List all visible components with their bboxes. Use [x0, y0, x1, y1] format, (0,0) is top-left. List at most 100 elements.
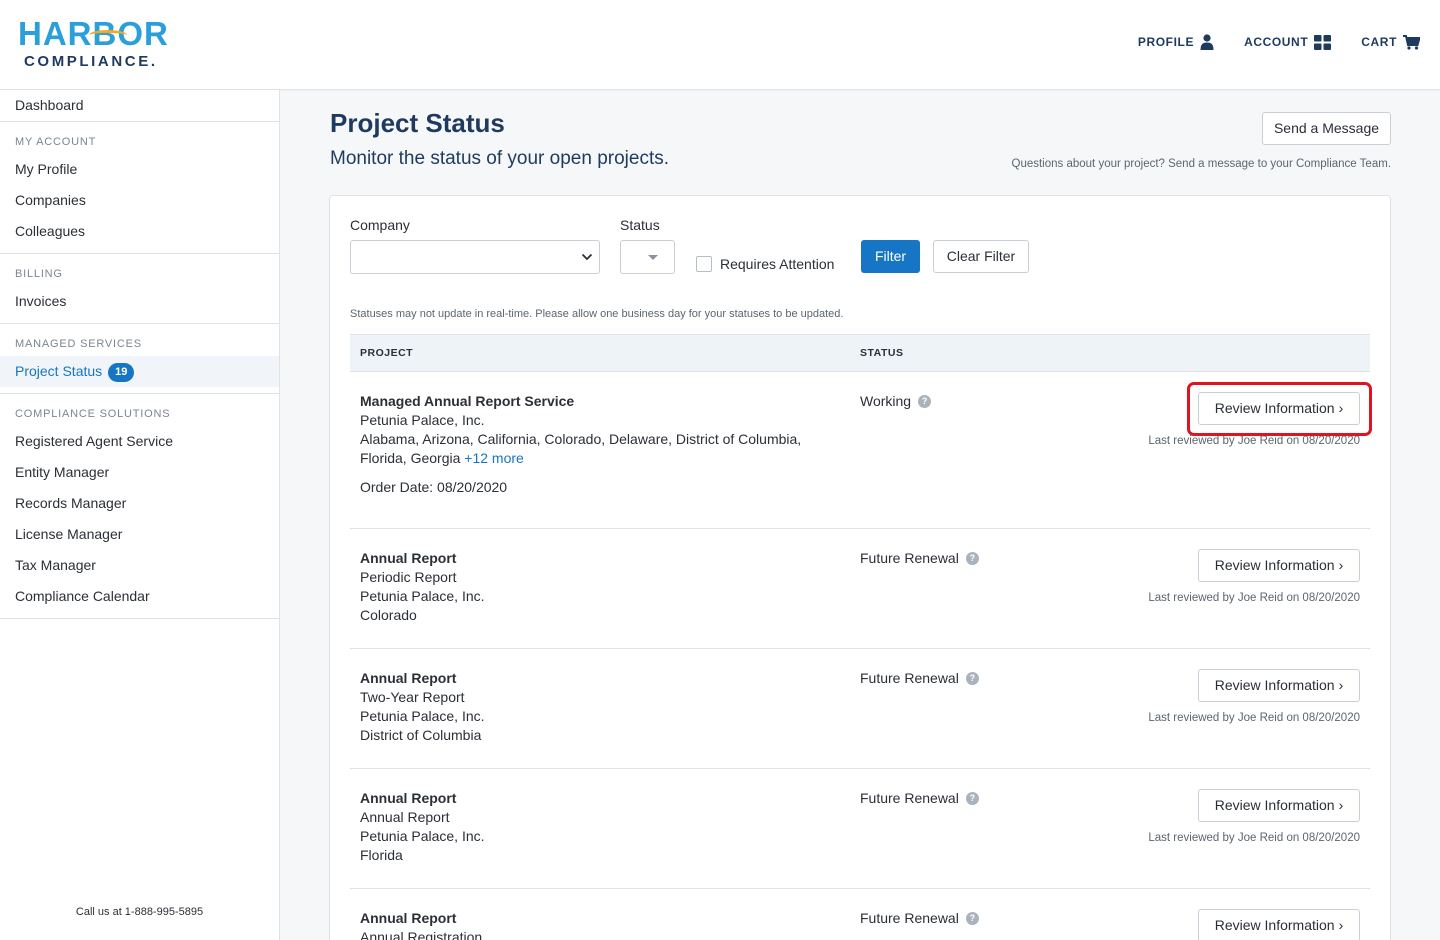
- help-icon[interactable]: ?: [918, 395, 932, 408]
- last-reviewed-text: Last reviewed by Joe Reid on 08/20/2020: [1148, 435, 1360, 447]
- sidebar-item-registered-agent[interactable]: Registered Agent Service: [0, 426, 279, 457]
- review-information-button[interactable]: Review Information ›: [1198, 669, 1360, 702]
- button-label: Review Information: [1214, 557, 1335, 573]
- status-text: Future Renewal: [860, 910, 959, 926]
- sidebar-item-tax-manager[interactable]: Tax Manager: [0, 550, 279, 581]
- grid-icon: [1314, 34, 1332, 50]
- table-row: Annual Report Annual Registration Future…: [350, 889, 1370, 940]
- top-header: HARBOR COMPLIANCE. PROFILE ACCOUNT CART: [0, 0, 1440, 90]
- column-header-status: STATUS: [860, 347, 904, 359]
- help-icon[interactable]: ?: [965, 552, 979, 565]
- help-icon[interactable]: ?: [965, 912, 979, 925]
- project-title: Managed Annual Report Service: [360, 393, 575, 409]
- cart-icon: [1403, 34, 1420, 50]
- sidebar-item-dashboard[interactable]: Dashboard: [0, 90, 279, 121]
- chevron-right-icon: ›: [1338, 917, 1344, 933]
- company-select[interactable]: [350, 240, 600, 274]
- project-line: Annual Report: [360, 809, 450, 825]
- nav-account[interactable]: ACCOUNT: [1244, 34, 1332, 50]
- button-label: Review Information: [1214, 677, 1335, 693]
- sidebar-item-companies[interactable]: Companies: [0, 185, 279, 216]
- logo-subtitle: COMPLIANCE.: [24, 53, 158, 70]
- last-reviewed-text: Last reviewed by Joe Reid on 08/20/2020: [1148, 832, 1360, 844]
- project-status: Future Renewal ?: [860, 669, 979, 688]
- sidebar-section-my-account: MY ACCOUNT My Profile Companies Colleagu…: [0, 121, 279, 253]
- send-message-button[interactable]: Send a Message: [1262, 112, 1391, 145]
- table-row: Annual Report Periodic Report Petunia Pa…: [350, 529, 1370, 649]
- project-info: Annual Report Periodic Report Petunia Pa…: [360, 549, 840, 625]
- company-label: Company: [350, 217, 410, 233]
- top-nav: PROFILE ACCOUNT CART: [1138, 34, 1420, 50]
- project-line: Annual Registration: [360, 929, 483, 940]
- project-status: Future Renewal ?: [860, 789, 979, 808]
- logo-arc-icon: [89, 30, 127, 40]
- help-icon[interactable]: ?: [965, 792, 979, 805]
- table-header: PROJECT STATUS: [350, 334, 1370, 372]
- caret-down-icon: [648, 255, 658, 260]
- project-company: Petunia Palace, Inc.: [360, 412, 485, 428]
- chevron-right-icon: ›: [1338, 557, 1344, 573]
- sidebar-section-billing: BILLING Invoices: [0, 253, 279, 323]
- clear-filter-button[interactable]: Clear Filter: [933, 240, 1029, 273]
- sidebar-item-invoices[interactable]: Invoices: [0, 286, 279, 317]
- button-label: Review Information: [1214, 797, 1335, 813]
- nav-cart-label: CART: [1361, 35, 1397, 49]
- sidebar-item-entity-manager[interactable]: Entity Manager: [0, 457, 279, 488]
- project-status: Future Renewal ?: [860, 909, 979, 928]
- sidebar-section-compliance: COMPLIANCE SOLUTIONS Registered Agent Se…: [0, 393, 279, 618]
- chevron-down-icon: [581, 253, 593, 261]
- table-row: Annual Report Two-Year Report Petunia Pa…: [350, 649, 1370, 769]
- sidebar-heading: MANAGED SERVICES: [15, 338, 142, 350]
- page-subtitle: Monitor the status of your open projects…: [330, 148, 670, 169]
- project-line: District of Columbia: [360, 727, 482, 743]
- sidebar-heading: COMPLIANCE SOLUTIONS: [15, 408, 171, 420]
- project-line: Colorado: [360, 607, 417, 623]
- highlight-box: [1187, 382, 1372, 436]
- project-line: Periodic Report: [360, 569, 457, 585]
- project-title: Annual Report: [360, 550, 457, 566]
- status-update-note: Statuses may not update in real-time. Pl…: [350, 308, 844, 320]
- status-text: Future Renewal: [860, 670, 959, 686]
- nav-cart[interactable]: CART: [1361, 34, 1420, 50]
- sidebar-section-managed-services: MANAGED SERVICES Project Status 19: [0, 323, 279, 393]
- nav-profile[interactable]: PROFILE: [1138, 34, 1214, 50]
- project-status: Future Renewal ?: [860, 549, 979, 568]
- project-title: Annual Report: [360, 790, 457, 806]
- requires-attention-checkbox[interactable]: [696, 256, 712, 272]
- sidebar-heading: BILLING: [15, 268, 63, 280]
- requires-attention-label[interactable]: Requires Attention: [720, 256, 834, 272]
- project-line: Petunia Palace, Inc.: [360, 708, 485, 724]
- help-icon[interactable]: ?: [965, 672, 979, 685]
- review-information-button[interactable]: Review Information ›: [1198, 909, 1360, 940]
- support-phone: Call us at 1-888-995-5895: [75, 906, 204, 918]
- harbor-compliance-logo[interactable]: HARBOR COMPLIANCE.: [18, 16, 178, 72]
- sidebar-item-project-status[interactable]: Project Status 19: [0, 356, 279, 387]
- project-info: Annual Report Two-Year Report Petunia Pa…: [360, 669, 840, 745]
- count-badge: 19: [108, 363, 135, 382]
- filter-button[interactable]: Filter: [861, 240, 920, 273]
- sidebar-item-license-manager[interactable]: License Manager: [0, 519, 279, 550]
- sidebar-item-colleagues[interactable]: Colleagues: [0, 216, 279, 247]
- message-note: Questions about your project? Send a mes…: [1011, 158, 1392, 170]
- sidebar-divider: [0, 618, 279, 619]
- project-info: Managed Annual Report Service Petunia Pa…: [360, 392, 840, 497]
- project-line: Petunia Palace, Inc.: [360, 828, 485, 844]
- last-reviewed-text: Last reviewed by Joe Reid on 08/20/2020: [1148, 712, 1360, 724]
- review-information-button[interactable]: Review Information ›: [1198, 789, 1360, 822]
- project-line: Petunia Palace, Inc.: [360, 588, 485, 604]
- more-states-link[interactable]: +12 more: [464, 450, 524, 466]
- last-reviewed-text: Last reviewed by Joe Reid on 08/20/2020: [1148, 592, 1360, 604]
- sidebar-item-my-profile[interactable]: My Profile: [0, 154, 279, 185]
- sidebar-item-compliance-calendar[interactable]: Compliance Calendar: [0, 581, 279, 612]
- column-header-project: PROJECT: [360, 347, 414, 359]
- project-title: Annual Report: [360, 910, 457, 926]
- review-information-button[interactable]: Review Information ›: [1198, 549, 1360, 582]
- button-label: Review Information: [1214, 917, 1335, 933]
- sidebar-item-records-manager[interactable]: Records Manager: [0, 488, 279, 519]
- user-icon: [1200, 34, 1214, 50]
- project-states-text: Alabama, Arizona, California, Colorado, …: [360, 431, 802, 466]
- project-info: Annual Report Annual Report Petunia Pala…: [360, 789, 840, 865]
- project-status: Working ?: [860, 392, 932, 411]
- status-select[interactable]: [620, 240, 675, 274]
- status-label: Status: [620, 217, 660, 233]
